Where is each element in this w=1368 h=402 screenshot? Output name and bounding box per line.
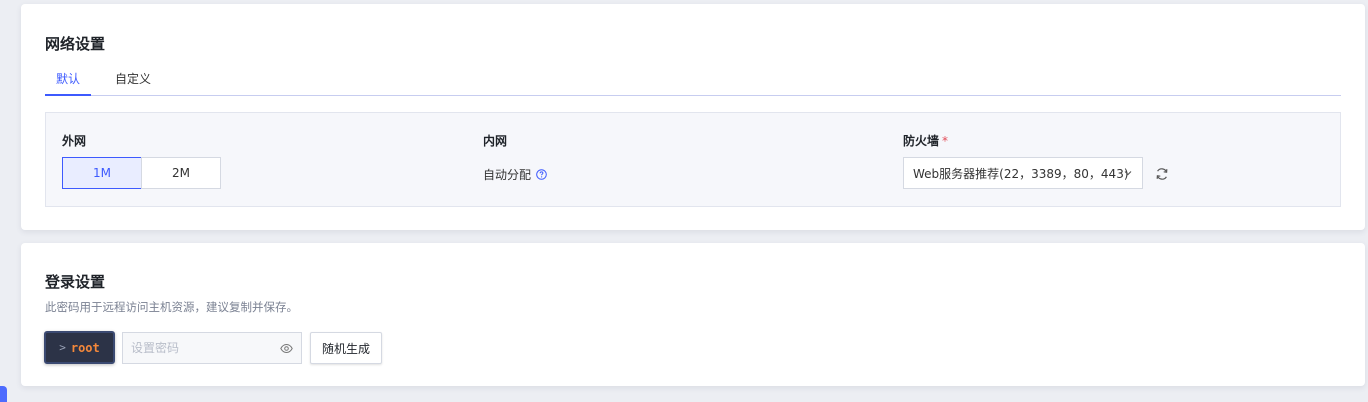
- external-network-label: 外网: [62, 134, 87, 148]
- refresh-icon[interactable]: [1155, 167, 1169, 181]
- login-settings-card: 登录设置 此密码用于远程访问主机资源，建议复制并保存。 > root 随机生成: [21, 243, 1365, 386]
- network-config-panel: 外网 内网 防火墙 * 1M 2M 自动分配 Web服务器推荐(22，3389，8…: [45, 112, 1341, 207]
- firewall-label: 防火墙 *: [903, 132, 948, 149]
- network-tabs: 默认 自定义: [45, 71, 1341, 96]
- login-settings-title: 登录设置: [45, 273, 106, 291]
- login-description: 此密码用于远程访问主机资源，建议复制并保存。: [45, 300, 298, 314]
- random-generate-button[interactable]: 随机生成: [310, 332, 382, 364]
- password-input[interactable]: [123, 341, 273, 355]
- root-user-label: root: [70, 340, 100, 355]
- tab-default[interactable]: 默认: [45, 71, 91, 96]
- chevron-down-icon: [1124, 171, 1132, 176]
- password-field: [122, 332, 302, 364]
- network-settings-title: 网络设置: [45, 35, 106, 53]
- internal-network-value: 自动分配: [483, 166, 547, 183]
- terminal-prompt-icon: >: [59, 341, 66, 354]
- required-mark: *: [942, 134, 949, 148]
- eye-icon[interactable]: [280, 343, 293, 354]
- firewall-label-text: 防火墙: [903, 134, 940, 148]
- bandwidth-selector: 1M 2M: [62, 157, 221, 189]
- bandwidth-option-2m[interactable]: 2M: [141, 157, 221, 189]
- root-user-chip: > root: [44, 331, 115, 364]
- side-edge-tab[interactable]: [0, 386, 7, 402]
- auto-assign-text: 自动分配: [483, 168, 532, 182]
- firewall-select[interactable]: Web服务器推荐(22，3389，80，443): [903, 157, 1143, 189]
- network-settings-card: 网络设置 默认 自定义 外网 内网 防火墙 * 1M 2M 自动分配 Web服务器…: [21, 4, 1365, 230]
- firewall-selected-value: Web服务器推荐(22，3389，80，443): [913, 166, 1129, 181]
- internal-network-label: 内网: [483, 134, 508, 148]
- question-circle-icon[interactable]: [536, 169, 547, 180]
- tab-custom[interactable]: 自定义: [114, 71, 152, 96]
- bandwidth-option-1m[interactable]: 1M: [62, 157, 142, 189]
